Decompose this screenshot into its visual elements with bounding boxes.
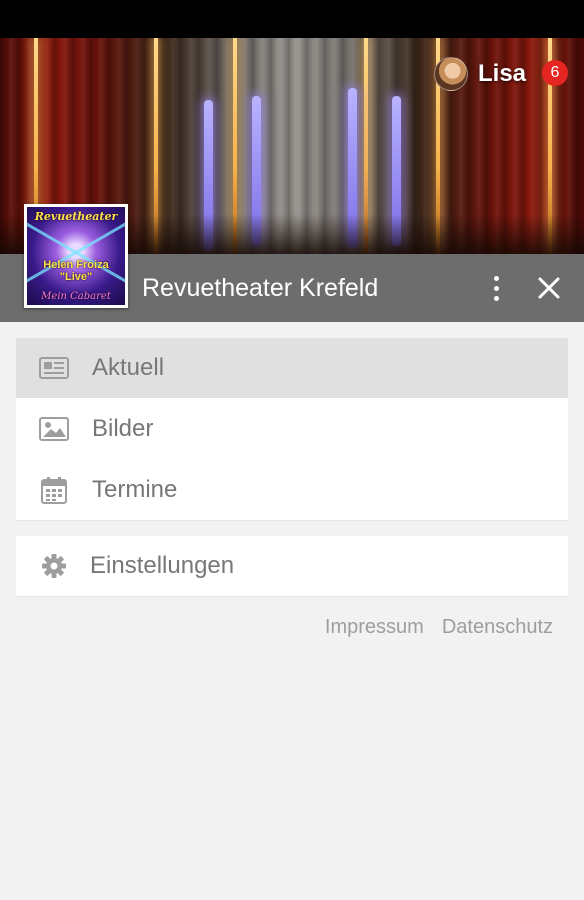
page-title: Revuetheater Krefeld — [142, 274, 379, 302]
nav-item-aktuell[interactable]: Aktuell — [16, 338, 568, 398]
status-bar — [0, 0, 584, 38]
thumbnail-title: Revuetheater — [34, 210, 118, 223]
user-profile[interactable]: Lisa 6 — [434, 56, 568, 92]
nav-item-termine[interactable]: Termine — [16, 459, 568, 520]
avatar[interactable] — [434, 57, 468, 91]
nav-item-label: Aktuell — [92, 354, 165, 381]
more-options-icon[interactable] — [482, 270, 510, 306]
gear-icon — [38, 552, 70, 580]
nav-item-label: Termine — [92, 475, 178, 503]
thumbnail-subtitle: Helen Froiza "Live" — [43, 259, 109, 283]
calendar-icon — [38, 476, 70, 504]
theater-thumbnail[interactable]: Revuetheater Helen Froiza "Live" Mein Ca… — [24, 204, 128, 308]
datenschutz-link[interactable]: Datenschutz — [442, 616, 553, 639]
newspaper-icon — [38, 354, 70, 382]
notification-badge[interactable]: 6 — [542, 60, 568, 86]
navigation-menu: Aktuell Bilder Termine — [16, 338, 568, 520]
close-icon[interactable] — [536, 275, 562, 301]
nav-item-label: Bilder — [92, 414, 154, 442]
thumbnail-footer: Mein Cabaret — [41, 291, 111, 302]
footer-links: Impressum Datenschutz — [325, 616, 553, 639]
image-icon — [38, 415, 70, 443]
impressum-link[interactable]: Impressum — [325, 616, 424, 639]
nav-item-bilder[interactable]: Bilder — [16, 398, 568, 459]
settings-menu: Einstellungen — [16, 536, 568, 596]
nav-item-label: Einstellungen — [90, 552, 235, 579]
user-name[interactable]: Lisa — [478, 60, 526, 88]
nav-item-einstellungen[interactable]: Einstellungen — [16, 536, 568, 596]
